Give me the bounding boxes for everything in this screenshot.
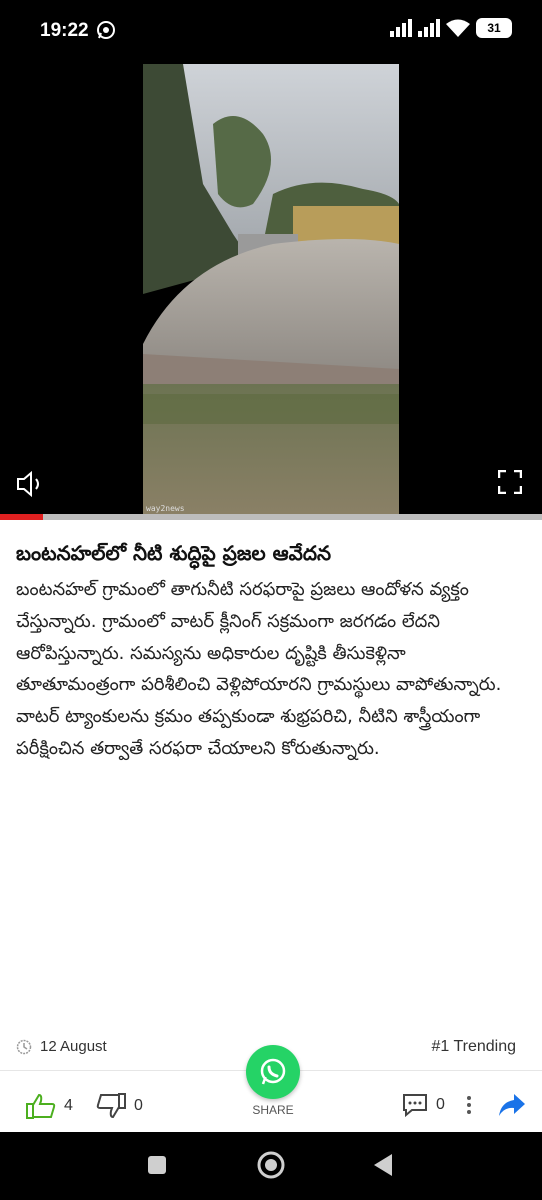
video-thumbnail (143, 64, 399, 514)
mute-icon[interactable] (16, 470, 46, 498)
comment-icon (403, 1094, 427, 1117)
action-bar: 4 0 SHARE 0 (0, 1045, 542, 1133)
signal-icon (418, 19, 440, 37)
dislike-button[interactable]: 0 (96, 1093, 143, 1119)
thumbs-up-icon (26, 1093, 56, 1119)
watermark-text: way2news (146, 504, 185, 513)
clock-icon (16, 1039, 32, 1054)
video-progress-fill (0, 514, 44, 520)
video-player[interactable] (0, 64, 542, 514)
more-options-icon[interactable] (466, 1095, 472, 1115)
article-body: బంటనహల్ గ్రామంలో తాగునీటి సరఫరాపై ప్రజలు… (16, 579, 502, 759)
system-nav-bar (0, 1132, 542, 1200)
battery-level: 31 (487, 21, 501, 35)
comment-count: 0 (436, 1096, 445, 1113)
signal-icon (390, 19, 412, 37)
whatsapp-icon (97, 21, 115, 39)
article-title: బంటనహల్‌లో నీటి శుద్ధిపై ప్రజల ఆవేదన (16, 541, 331, 565)
dislike-count: 0 (134, 1097, 143, 1114)
comment-button[interactable]: 0 (402, 1093, 445, 1117)
trending-badge[interactable]: #1 Trending (431, 1038, 516, 1056)
fullscreen-icon[interactable] (498, 470, 522, 494)
whatsapp-share-icon (246, 1045, 300, 1099)
status-bar: 19:22 31 (0, 0, 542, 64)
thumbs-down-icon (96, 1093, 126, 1119)
battery-icon: 31 (476, 18, 512, 38)
status-time: 19:22 (40, 20, 89, 41)
video-watermark: way2news (146, 504, 185, 513)
publish-date: 12 August (40, 1038, 107, 1055)
share-arrow-icon[interactable] (498, 1093, 526, 1117)
video-progress-bar[interactable] (0, 514, 542, 520)
video-frame (143, 64, 399, 514)
recents-icon[interactable] (146, 1154, 168, 1176)
share-whatsapp-button[interactable]: SHARE (242, 1045, 304, 1117)
like-button[interactable]: 4 (26, 1093, 73, 1119)
like-count: 4 (64, 1097, 73, 1114)
share-label: SHARE (252, 1103, 294, 1117)
home-icon[interactable] (256, 1150, 286, 1180)
date-group: 12 August (16, 1038, 107, 1055)
wifi-icon (446, 19, 470, 37)
back-icon[interactable] (372, 1152, 394, 1178)
